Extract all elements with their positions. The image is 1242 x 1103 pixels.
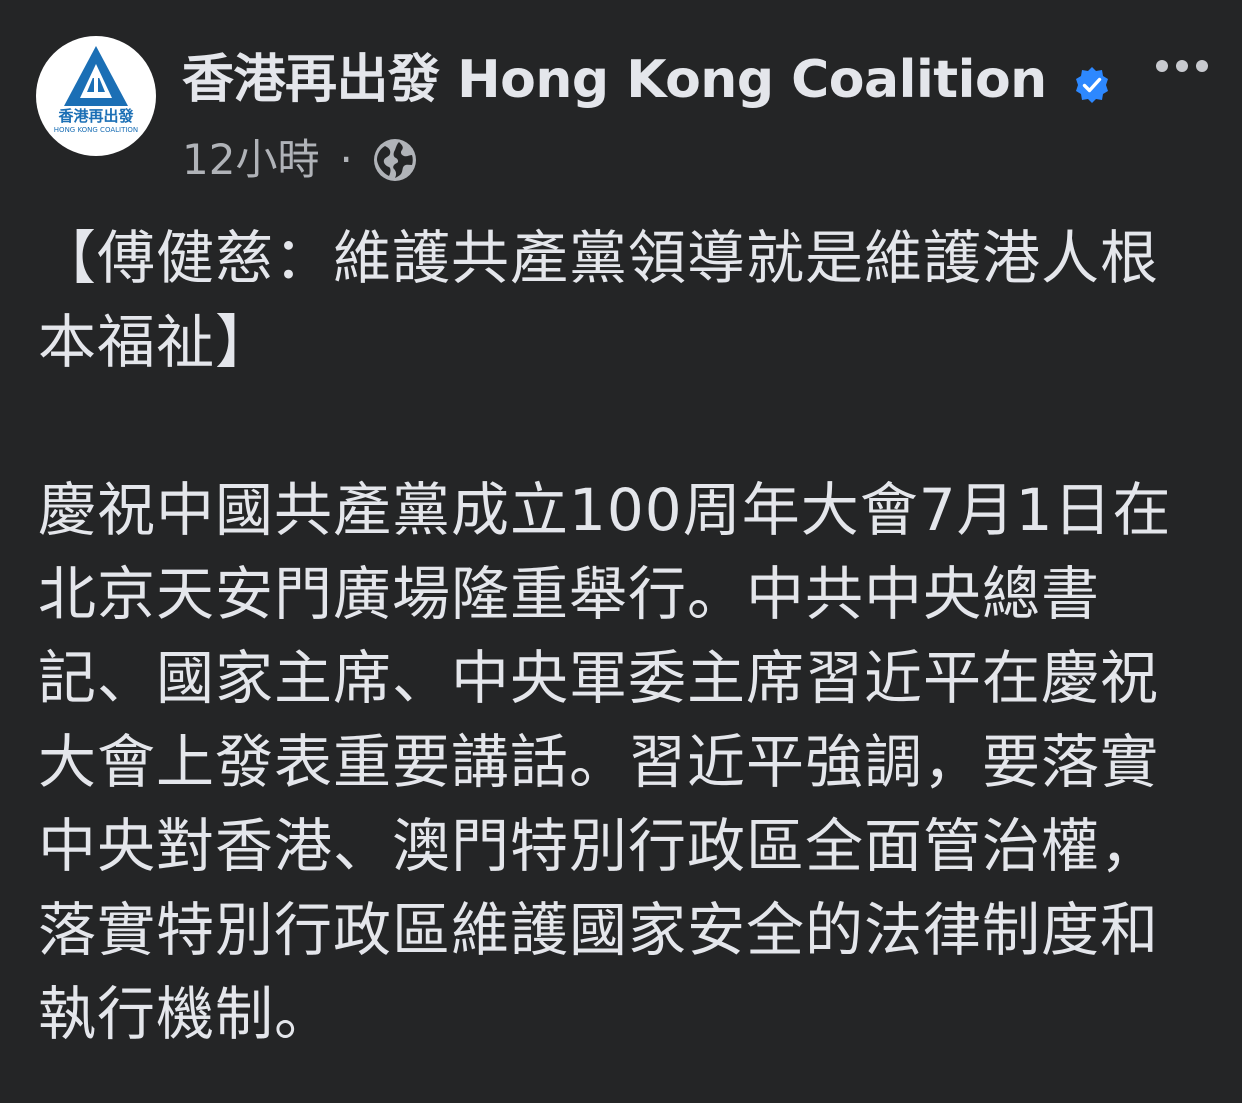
page-avatar[interactable]: 香港再出發 HONG KONG COALITION	[36, 36, 156, 156]
more-options-button[interactable]	[1156, 54, 1208, 78]
verified-badge-icon	[1076, 67, 1108, 103]
more-options-dot	[1196, 60, 1208, 72]
globe-icon[interactable]	[371, 136, 419, 184]
facebook-post: 香港再出發 HONG KONG COALITION 香港再出發 Hong Kon…	[0, 0, 1242, 1103]
post-headline: 【傅健慈：維護共產黨領導就是維護港人根本福祉】	[38, 224, 1160, 376]
post-meta: 12小時 ·	[182, 130, 419, 190]
more-options-icon	[1156, 60, 1168, 72]
post-timestamp-link[interactable]: 12小時	[182, 130, 319, 190]
meta-separator: ·	[339, 135, 353, 184]
avatar-logo-text: 香港再出發	[58, 107, 134, 125]
more-options-dot	[1176, 60, 1188, 72]
mountain-arrow-logo-icon	[64, 46, 128, 106]
avatar-logo-subtext: HONG KONG COALITION	[53, 126, 139, 134]
page-name-link[interactable]: 香港再出發 Hong Kong Coalition	[182, 46, 1047, 114]
post-paragraph: 慶祝中國共產黨成立100周年大會7月1日在北京天安門廣場隆重舉行。中共中央總書記…	[38, 476, 1172, 1048]
post-text: 【傅健慈：維護共產黨領導就是維護港人根本福祉】 慶祝中國共產黨成立100周年大會…	[38, 216, 1208, 1056]
